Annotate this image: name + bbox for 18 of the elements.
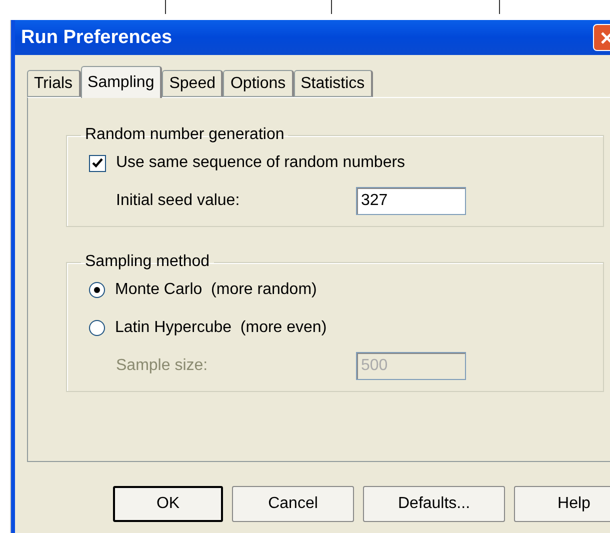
input-field[interactable]: 327: [356, 187, 466, 215]
dialog-button[interactable]: Cancel: [232, 486, 354, 522]
dialog-button[interactable]: OK: [113, 486, 223, 522]
field-label: Initial seed value:: [116, 192, 241, 210]
tab[interactable]: Statistics: [294, 70, 373, 97]
radio-label: Monte Carlo (more random): [115, 281, 317, 299]
dialog-button[interactable]: Help: [514, 486, 610, 522]
tab[interactable]: Sampling: [80, 66, 162, 98]
checkbox-label: Use same sequence of random numbers: [116, 154, 406, 172]
group-title: Sampling method: [84, 253, 211, 271]
window-title: Run Preferences: [21, 26, 172, 48]
dialog-button[interactable]: Defaults...: [363, 486, 505, 522]
tab[interactable]: Trials: [27, 70, 81, 97]
tab[interactable]: Options: [223, 70, 294, 97]
tab[interactable]: Speed: [162, 70, 224, 97]
field-label: Sample size:: [116, 357, 209, 375]
radio-label: Latin Hypercube (more even): [115, 319, 327, 337]
group-title: Random number generation: [84, 126, 286, 144]
